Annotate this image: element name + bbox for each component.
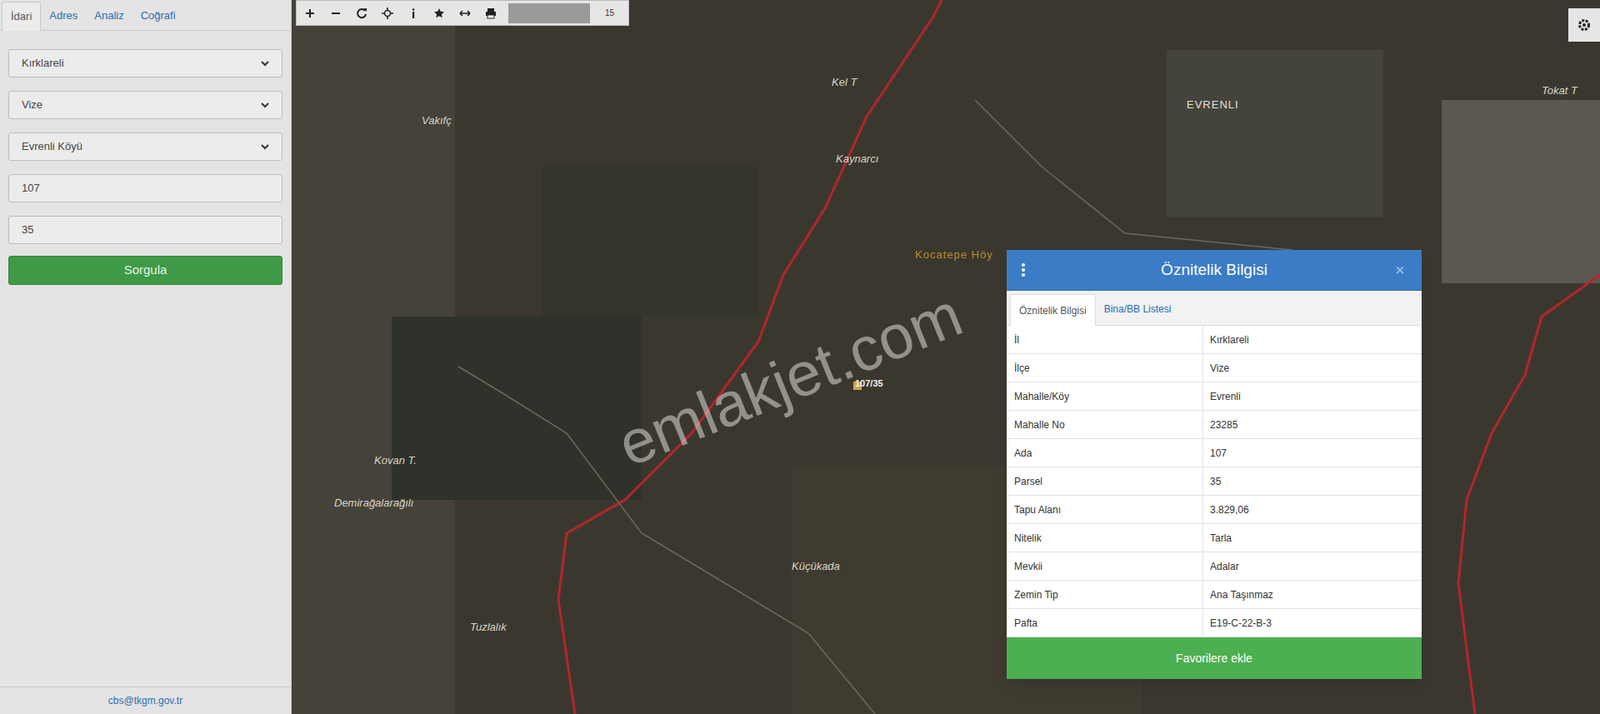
- attribute-label: İlçe: [1006, 354, 1204, 382]
- attribute-row: Mahalle No23285: [1006, 410, 1422, 440]
- map-label: Vakıfç: [421, 112, 452, 130]
- map-label: Kaynarcı: [835, 150, 879, 168]
- attribute-value: E19-C-22-B-3: [1203, 615, 1422, 631]
- field-value: Kırklareli: [21, 55, 65, 72]
- sidebar-tab[interactable]: Analiz: [85, 0, 132, 30]
- attribute-row: İlKırklareli: [1006, 325, 1422, 355]
- map-label: EVRENLI: [1186, 96, 1240, 114]
- attribute-row: Tapu Alanı3.829,06: [1006, 495, 1422, 525]
- add-favorite-button[interactable]: Favorilere ekle: [1006, 637, 1422, 680]
- attribute-value: Tarla: [1203, 530, 1422, 546]
- field-value: 35: [21, 221, 34, 239]
- map-label: Kovan T.: [374, 452, 417, 470]
- attribute-value: Evrenli: [1203, 389, 1422, 405]
- attribute-value: 3.829,06: [1203, 502, 1422, 518]
- sidebar: İdariAdresAnalizCoğrafi Kırklareli Vize Evr…: [0, 0, 292, 714]
- close-button[interactable]: ×: [1395, 261, 1407, 279]
- locate-icon: [381, 7, 394, 20]
- attribute-row: PaftaE19-C-22-B-3: [1006, 609, 1422, 638]
- attribute-row: Ada107: [1006, 439, 1422, 468]
- select-field[interactable]: Kırklareli: [8, 49, 283, 78]
- attribute-value: Adalar: [1203, 559, 1422, 575]
- field-value: 107: [21, 180, 40, 197]
- zoom-in-button[interactable]: [296, 0, 323, 25]
- attribute-label: Zemin Tip: [1006, 580, 1204, 609]
- popup-tabs: Öznitelik BilgisiBina/BB Listesi: [1006, 290, 1422, 326]
- map-label: Kocatepe Höy: [915, 246, 994, 264]
- zoom-out-icon: [330, 7, 342, 20]
- attribute-row: MevkiiAdalar: [1006, 552, 1422, 581]
- sidebar-tab[interactable]: İdari: [1, 1, 41, 31]
- attribute-row: Mahalle/KöyEvrenli: [1006, 382, 1422, 411]
- refresh-button[interactable]: [348, 0, 375, 25]
- measure-icon: [459, 7, 471, 20]
- menu-button[interactable]: [1021, 263, 1034, 277]
- kebab-menu-icon: [1021, 263, 1025, 277]
- gear-icon: [1576, 17, 1592, 33]
- star-button[interactable]: [425, 0, 452, 25]
- select-field[interactable]: Vize: [8, 90, 283, 120]
- attribute-label: Mahalle/Köy: [1006, 382, 1204, 410]
- attribute-label: İl: [1006, 325, 1204, 354]
- zoom-in-icon: [304, 7, 316, 20]
- zoom-level: 15: [605, 6, 615, 20]
- query-form: Kırklareli Vize Evrenli Köyü 107 35 Sorgula: [0, 30, 291, 285]
- measure-button[interactable]: [451, 0, 478, 25]
- print-button[interactable]: [477, 0, 504, 25]
- attribute-row: Parsel35: [1006, 467, 1422, 496]
- chevron-down-icon: [260, 60, 270, 67]
- popup-tab[interactable]: Öznitelik Bilgisi: [1010, 294, 1096, 326]
- text-field[interactable]: 107: [8, 174, 283, 203]
- sidebar-tab[interactable]: Adres: [40, 0, 86, 30]
- attribute-row: İlçeVize: [1006, 354, 1422, 383]
- contact-email[interactable]: cbs@tkgm.gov.tr: [0, 686, 291, 714]
- info-icon: [407, 7, 420, 20]
- attribute-value: 107: [1203, 445, 1422, 461]
- map[interactable]: Vakıfç Kel T Kaynarcı EVRENLI Tokat T Kocatep…: [291, 0, 1600, 714]
- chevron-down-icon: [260, 102, 270, 109]
- map-label: Tuzlalık: [470, 619, 507, 636]
- popup-header: Öznitelik Bilgisi×: [1006, 250, 1422, 291]
- popup-tab[interactable]: Bina/BB Listesi: [1095, 293, 1180, 325]
- map-label: Kel T: [831, 74, 857, 91]
- chevron-down-icon: [260, 144, 270, 150]
- attribute-label: Mahalle No: [1006, 410, 1204, 439]
- attribute-row: Zemin TipAna Taşınmaz: [1006, 580, 1422, 610]
- attribute-label: Ada: [1006, 439, 1204, 467]
- text-field[interactable]: 35: [8, 215, 283, 245]
- map-toolbar: 15: [295, 0, 630, 26]
- locate-button[interactable]: [374, 0, 400, 25]
- zoom-out-button[interactable]: [322, 0, 349, 25]
- map-label: Tokat T: [1541, 82, 1578, 100]
- sidebar-tabs: İdariAdresAnalizCoğrafi: [0, 0, 291, 31]
- field-value: Vize: [21, 96, 43, 114]
- query-button[interactable]: Sorgula: [8, 255, 283, 285]
- attribute-value: Kırklareli: [1203, 332, 1422, 348]
- map-label: Demirağalarağılı: [334, 495, 414, 512]
- attribute-label: Tapu Alanı: [1006, 495, 1204, 524]
- attribute-row: NitelikTarla: [1006, 524, 1422, 553]
- settings-button[interactable]: [1568, 8, 1600, 42]
- popup-title: Öznitelik Bilgisi: [1033, 258, 1395, 283]
- attribute-label: Parsel: [1006, 467, 1204, 495]
- map-label: Küçükada: [791, 558, 840, 575]
- attribute-label: Nitelik: [1006, 524, 1204, 552]
- print-icon: [485, 7, 497, 20]
- attribute-value: 35: [1203, 474, 1422, 490]
- refresh-icon: [355, 7, 368, 20]
- star-icon: [433, 7, 445, 20]
- info-button[interactable]: [400, 0, 426, 25]
- attribute-label: Pafta: [1006, 609, 1204, 637]
- attribute-value: Ana Taşınmaz: [1203, 587, 1422, 603]
- scale-box: [508, 3, 590, 24]
- attribute-popup: Öznitelik Bilgisi×Öznitelik BilgisiBina/…: [1006, 250, 1422, 680]
- select-field[interactable]: Evrenli Köyü: [8, 132, 283, 161]
- attribute-value: Vize: [1203, 360, 1422, 376]
- field-value: Evrenli Köyü: [21, 138, 83, 155]
- attribute-label: Mevkii: [1006, 552, 1204, 580]
- sidebar-tab[interactable]: Coğrafi: [132, 0, 185, 30]
- attribute-table: İlKırklareliİlçeVizeMahalle/KöyEvrenliMa…: [1006, 325, 1422, 638]
- attribute-value: 23285: [1203, 417, 1422, 433]
